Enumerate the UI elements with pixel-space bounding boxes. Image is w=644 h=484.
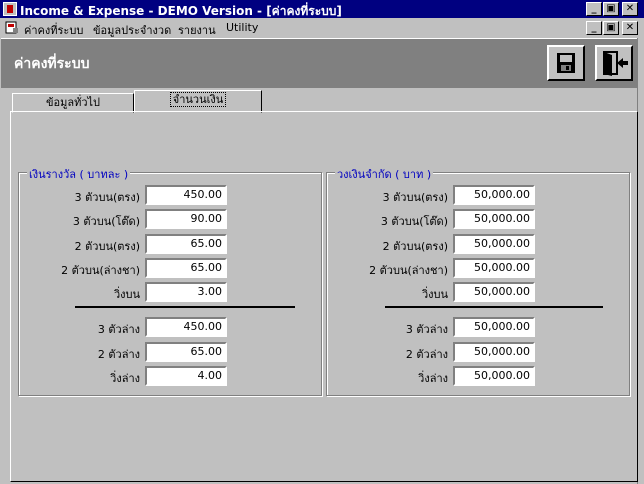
tab-amount[interactable]: จำนวนเงิน — [134, 90, 262, 113]
limit-field-3-top-tod[interactable]: 50,000.00 — [453, 209, 535, 229]
prize-label-2-top-lower: 2 ตัวบน(ล่างชา) — [61, 264, 140, 277]
limit-label-3-top-tod: 3 ตัวบน(โต๊ด) — [380, 215, 448, 228]
limit-label-3-top-straight: 3 ตัวบน(ตรง) — [382, 191, 448, 204]
title-bar: Income & Expense - DEMO Version - [ค่าคง… — [0, 0, 644, 18]
prize-label-run-bottom: วิ่งล่าง — [110, 372, 140, 385]
prize-label-2-bottom: 2 ตัวล่าง — [97, 348, 140, 361]
save-icon — [557, 53, 575, 73]
limit-separator — [385, 306, 603, 308]
doc-restore-button[interactable]: ▣ — [603, 21, 619, 35]
limit-field-2-top-straight[interactable]: 50,000.00 — [453, 234, 535, 254]
menu-item-utility[interactable]: Utility — [226, 21, 258, 34]
prize-label-run-top: วิ่งบน — [113, 288, 140, 301]
tab-general[interactable]: ข้อมูลทั่วไป — [12, 93, 134, 113]
document-icon[interactable] — [5, 21, 19, 34]
page-title: ค่าคงที่ระบบ — [14, 56, 90, 72]
limit-label-2-top-straight: 2 ตัวบน(ตรง) — [382, 240, 448, 253]
exit-door-icon — [603, 51, 628, 76]
menu-item-period-data[interactable]: ข้อมูลประจำงวด — [93, 21, 171, 39]
limit-label-2-top-lower: 2 ตัวบน(ล่างชา) — [369, 264, 448, 277]
limit-field-run-top[interactable]: 50,000.00 — [453, 282, 535, 302]
save-button[interactable] — [547, 45, 585, 81]
minimize-button[interactable]: _ — [586, 2, 602, 16]
prize-field-3-top-straight[interactable]: 450.00 — [145, 185, 227, 205]
limit-field-2-bottom[interactable]: 50,000.00 — [453, 342, 535, 362]
limit-field-3-bottom[interactable]: 50,000.00 — [453, 317, 535, 337]
prize-label-3-bottom: 3 ตัวล่าง — [97, 323, 140, 336]
limit-label-run-bottom: วิ่งล่าง — [418, 372, 448, 385]
limit-field-run-bottom[interactable]: 50,000.00 — [453, 366, 535, 386]
limit-field-3-top-straight[interactable]: 50,000.00 — [453, 185, 535, 205]
limit-field-2-top-lower[interactable]: 50,000.00 — [453, 258, 535, 278]
doc-minimize-button[interactable]: _ — [586, 21, 602, 35]
prize-field-3-top-tod[interactable]: 90.00 — [145, 209, 227, 229]
prize-field-run-bottom[interactable]: 4.00 — [145, 366, 227, 386]
limit-label-2-bottom: 2 ตัวล่าง — [405, 348, 448, 361]
menu-item-constants[interactable]: ค่าคงที่ระบบ — [24, 21, 83, 39]
prize-field-run-top[interactable]: 3.00 — [145, 282, 227, 302]
prize-field-2-top-straight[interactable]: 65.00 — [145, 234, 227, 254]
menu-item-reports[interactable]: รายงาน — [178, 21, 216, 39]
prize-label-2-top-straight: 2 ตัวบน(ตรง) — [74, 240, 140, 253]
exit-button[interactable] — [595, 45, 633, 81]
prize-separator — [75, 306, 295, 308]
app-icon[interactable] — [3, 2, 17, 16]
prize-field-2-bottom[interactable]: 65.00 — [145, 342, 227, 362]
close-button[interactable]: ✕ — [622, 2, 638, 16]
prize-field-2-top-lower[interactable]: 65.00 — [145, 258, 227, 278]
prize-field-3-bottom[interactable]: 450.00 — [145, 317, 227, 337]
prize-label-3-top-tod: 3 ตัวบน(โต๊ด) — [72, 215, 140, 228]
doc-close-button[interactable]: ✕ — [622, 21, 638, 35]
header-band: ค่าคงที่ระบบ — [1, 38, 638, 88]
prize-group-title: เงินรางวัล ( บาทละ ) — [27, 165, 131, 183]
limit-label-3-bottom: 3 ตัวล่าง — [405, 323, 448, 336]
menu-bar: ค่าคงที่ระบบ ข้อมูลประจำงวด รายงาน Utili… — [0, 18, 644, 38]
tab-general-label: ข้อมูลทั่วไป — [45, 96, 101, 109]
maximize-button[interactable]: ▣ — [603, 2, 619, 16]
limit-group-title: วงเงินจำกัด ( บาท ) — [335, 165, 434, 183]
limit-label-run-top: วิ่งบน — [421, 288, 448, 301]
tab-amount-label: จำนวนเงิน — [169, 92, 227, 107]
right-edge-strip — [637, 38, 644, 484]
prize-label-3-top-straight: 3 ตัวบน(ตรง) — [74, 191, 140, 204]
